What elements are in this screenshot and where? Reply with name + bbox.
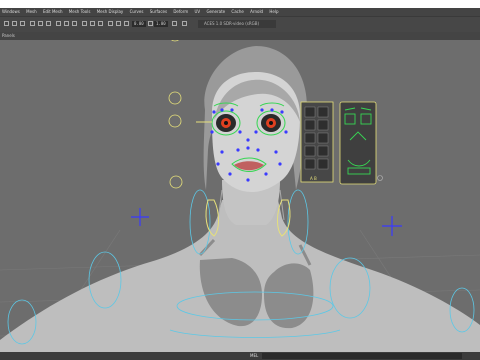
- main-menu-bar: Windows Mesh Edit Mesh Mesh Tools Mesh D…: [0, 8, 480, 16]
- eye-right: [261, 114, 281, 132]
- facial-rig-picker-panel[interactable]: [300, 101, 334, 183]
- menu-curves[interactable]: Curves: [130, 8, 144, 16]
- xray-joints-icon[interactable]: [124, 21, 129, 26]
- ambient-occlusion-icon[interactable]: [82, 21, 87, 26]
- view-transform-icon[interactable]: [182, 21, 187, 26]
- view-transform-dropdown[interactable]: ACES 1.0 SDR-video (sRGB): [198, 20, 276, 28]
- rig-picker-label: A B: [310, 176, 317, 181]
- command-line: MEL: [0, 352, 480, 360]
- menu-arnold[interactable]: Arnold: [250, 8, 263, 16]
- menu-uv[interactable]: UV: [195, 8, 201, 16]
- picker-options-icon[interactable]: [377, 175, 383, 181]
- isolate-select-icon[interactable]: [108, 21, 113, 26]
- command-input[interactable]: [262, 353, 462, 359]
- smooth-shade-icon[interactable]: [46, 21, 51, 26]
- scene-render: A B: [0, 40, 480, 352]
- lock-camera-icon[interactable]: [12, 21, 17, 26]
- panel-menu[interactable]: Panels: [0, 32, 480, 40]
- color-management-icon[interactable]: [172, 21, 177, 26]
- menu-mesh-tools[interactable]: Mesh Tools: [69, 8, 91, 16]
- antialiasing-icon[interactable]: [98, 21, 103, 26]
- grid-icon[interactable]: [30, 21, 35, 26]
- viewport-toolbar: 0.00 1.00 ACES 1.0 SDR-video (sRGB): [0, 16, 480, 33]
- motion-blur-icon[interactable]: [90, 21, 95, 26]
- head-control-circles[interactable]: [168, 40, 183, 189]
- menu-mesh[interactable]: Mesh: [26, 8, 37, 16]
- gamma-icon[interactable]: [148, 21, 153, 26]
- menu-edit-mesh[interactable]: Edit Mesh: [43, 8, 63, 16]
- menu-help[interactable]: Help: [269, 8, 278, 16]
- gamma-field[interactable]: 1.00: [154, 21, 168, 27]
- bookmark-icon[interactable]: [20, 21, 25, 26]
- exposure-field[interactable]: 0.00: [132, 21, 146, 27]
- shadows-icon[interactable]: [72, 21, 77, 26]
- menu-cache[interactable]: Cache: [231, 8, 243, 16]
- menu-surfaces[interactable]: Surfaces: [150, 8, 167, 16]
- menu-generate[interactable]: Generate: [206, 8, 225, 16]
- eye-left: [216, 114, 236, 132]
- lights-icon[interactable]: [64, 21, 69, 26]
- face-shape-picker-panel[interactable]: [339, 101, 377, 185]
- textured-icon[interactable]: [56, 21, 61, 26]
- 3d-viewport[interactable]: A B: [0, 40, 480, 352]
- character-mesh[interactable]: [0, 46, 480, 352]
- select-camera-icon[interactable]: [4, 21, 9, 26]
- xray-icon[interactable]: [116, 21, 121, 26]
- menu-mesh-display[interactable]: Mesh Display: [97, 8, 124, 16]
- wireframe-icon[interactable]: [38, 21, 43, 26]
- script-language-label[interactable]: MEL: [250, 352, 258, 360]
- menu-deform[interactable]: Deform: [173, 8, 188, 16]
- menu-windows[interactable]: Windows: [2, 8, 20, 16]
